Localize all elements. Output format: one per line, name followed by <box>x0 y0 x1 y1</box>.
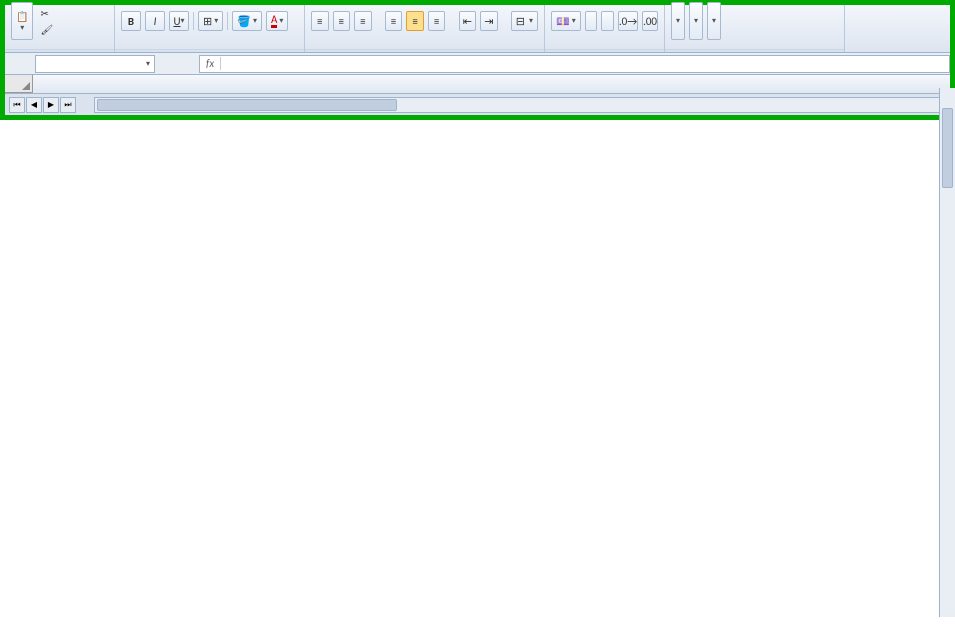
formula-bar-row: ▾ fx <box>5 53 950 75</box>
name-box[interactable]: ▾ <box>35 55 155 73</box>
cell-styles-button[interactable]: ▾ <box>707 2 721 40</box>
number-group-label <box>545 49 664 52</box>
bold-button[interactable]: B <box>121 11 141 31</box>
fx-icon[interactable]: fx <box>200 57 221 70</box>
increase-indent-button[interactable]: ⇥ <box>480 11 498 31</box>
decrease-decimal-button[interactable]: .00 <box>642 11 658 31</box>
tab-prev-button[interactable]: ◀ <box>26 97 42 113</box>
align-bottom-button[interactable]: ≡ <box>354 11 372 31</box>
column-headers <box>5 75 950 93</box>
align-center-button[interactable]: ≡ <box>406 11 424 31</box>
merge-center-button[interactable]: ⊟ ▾ <box>511 11 538 31</box>
percent-format-button[interactable] <box>585 11 598 31</box>
tab-first-button[interactable]: ⏮ <box>9 97 25 113</box>
align-left-button[interactable]: ≡ <box>385 11 403 31</box>
fill-color-button[interactable]: 🪣▾ <box>232 11 262 31</box>
border-button[interactable]: ⊞▾ <box>198 11 223 31</box>
clipboard-group-label <box>5 49 114 52</box>
font-group-label <box>115 49 304 52</box>
vertical-scrollbar[interactable] <box>939 88 955 617</box>
styles-group-label <box>665 49 844 52</box>
currency-format-button[interactable]: 💷▾ <box>551 11 581 31</box>
align-top-button[interactable]: ≡ <box>311 11 329 31</box>
underline-button[interactable]: U▾ <box>169 11 189 31</box>
paste-button[interactable]: 📋▾ <box>11 2 33 40</box>
formula-bar[interactable]: fx <box>199 55 950 73</box>
increase-decimal-button[interactable]: .0→ <box>618 11 638 31</box>
alignment-group-label <box>305 49 544 52</box>
ribbon: 📋▾ ✂ 🖌 B I U▾ ⊞▾ 🪣▾ A▾ ≡ ≡ ≡ ≡ ≡ <box>5 5 950 53</box>
conditional-formatting-button[interactable]: ▾ <box>671 2 685 40</box>
align-right-button[interactable]: ≡ <box>428 11 446 31</box>
format-as-table-button[interactable]: ▾ <box>689 2 703 40</box>
italic-button[interactable]: I <box>145 11 165 31</box>
format-painter-button[interactable]: 🖌 <box>37 22 58 37</box>
select-all-button[interactable] <box>5 75 33 93</box>
tab-last-button[interactable]: ⏭ <box>60 97 76 113</box>
cut-button[interactable]: ✂ <box>37 6 58 21</box>
comma-format-button[interactable] <box>601 11 614 31</box>
tab-next-button[interactable]: ▶ <box>43 97 59 113</box>
sheet-tabs-row: ⏮ ◀ ▶ ⏭ <box>5 93 950 115</box>
decrease-indent-button[interactable]: ⇤ <box>459 11 477 31</box>
align-middle-button[interactable]: ≡ <box>333 11 351 31</box>
horizontal-scrollbar[interactable] <box>94 97 950 113</box>
font-color-button[interactable]: A▾ <box>266 11 288 31</box>
